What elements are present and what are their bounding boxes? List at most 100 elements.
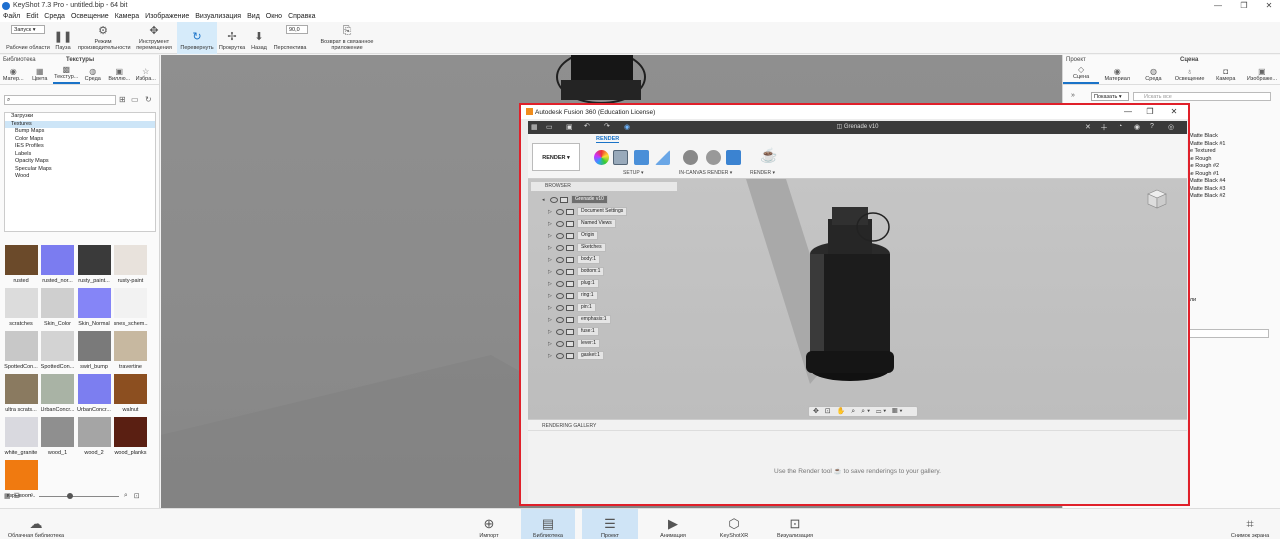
navigation-bar[interactable]: ✥ ⊡ ✋ ⌕ ⌕▾ ▭▾ ▦▾: [808, 406, 918, 417]
visibility-eye-icon[interactable]: [556, 220, 564, 227]
grid-view-icon[interactable]: ▦: [4, 492, 11, 500]
minimize-button[interactable]: —: [1205, 0, 1231, 11]
visibility-eye-icon[interactable]: [556, 304, 564, 311]
expand-triangle-icon[interactable]: ◂: [542, 197, 547, 203]
tab-lighting[interactable]: ♁ Освещение: [1172, 65, 1208, 84]
back-button[interactable]: ⬇ Назад: [248, 22, 270, 54]
menu-file[interactable]: Файл: [0, 13, 23, 20]
visibility-eye-icon[interactable]: [556, 208, 564, 215]
tab-image[interactable]: ▣ Изображе...: [1244, 65, 1280, 84]
texture-thumbnail[interactable]: wood_1: [41, 417, 75, 459]
tree-item-specular-maps[interactable]: Specular Maps: [5, 166, 155, 174]
zoom-out-icon[interactable]: ⌕: [30, 492, 34, 500]
tab-favorites[interactable]: ☆ Избра...: [133, 65, 160, 84]
notification-icon[interactable]: ◉: [1134, 123, 1140, 131]
expand-triangle-icon[interactable]: ▷: [548, 281, 553, 287]
render-button[interactable]: ⊡ Визуализация: [770, 509, 820, 539]
texture-thumbnail[interactable]: UrbanConcr...: [41, 374, 75, 416]
view-cube[interactable]: [1146, 188, 1168, 210]
browser-header[interactable]: BROWSER: [531, 182, 677, 191]
render-group-label[interactable]: RENDER ▾: [750, 170, 775, 176]
expand-triangle-icon[interactable]: ▷: [548, 305, 553, 311]
folder-add-icon[interactable]: ⊞: [119, 95, 126, 104]
texture-map-icon[interactable]: [634, 150, 649, 165]
texture-thumbnail[interactable]: walnut: [114, 374, 148, 416]
tab-material[interactable]: ◉ Материал: [1099, 65, 1135, 84]
menu-environment[interactable]: Среда: [41, 13, 68, 20]
browser-node[interactable]: ▷ lever:1: [548, 339, 601, 348]
browser-node[interactable]: ▷ Origin: [548, 231, 599, 240]
tree-item-ies-profiles[interactable]: IES Profiles: [5, 143, 155, 151]
tree-item-opacity-maps[interactable]: Opacity Maps: [5, 158, 155, 166]
scene-settings-icon[interactable]: [613, 150, 628, 165]
in-canvas-settings-icon[interactable]: [706, 150, 721, 165]
fusion-canvas[interactable]: BROWSER ◂ Grenade v10 ▷ Document Settings ▷ N…: [528, 179, 1187, 419]
keyshotxr-button[interactable]: ⬡ KeyShotXR: [713, 509, 755, 539]
menu-view[interactable]: Вид: [244, 13, 263, 20]
tree-item-color-maps[interactable]: Color Maps: [5, 136, 155, 144]
tab-colors[interactable]: ▦ Цвета: [27, 65, 54, 84]
expand-triangle-icon[interactable]: ▷: [548, 209, 553, 215]
visibility-eye-icon[interactable]: [556, 292, 564, 299]
expand-triangle-icon[interactable]: ▷: [548, 329, 553, 335]
ribbon-tab-render[interactable]: RENDER: [596, 136, 620, 143]
visibility-eye-icon[interactable]: [556, 268, 564, 275]
menu-camera[interactable]: Камера: [112, 13, 142, 20]
texture-thumbnail[interactable]: wood_planks: [114, 417, 148, 459]
menu-image[interactable]: Изображение: [142, 13, 192, 20]
browser-node[interactable]: ▷ Sketches: [548, 243, 606, 252]
browser-node[interactable]: ▷ bottom:1: [548, 267, 605, 276]
project-button[interactable]: ☰ Проект: [582, 509, 638, 539]
refresh-icon[interactable]: ↻: [145, 95, 152, 104]
texture-thumbnail[interactable]: white_granite: [4, 417, 38, 459]
flip-button[interactable]: ↻ Перевернуть: [177, 22, 217, 54]
tree-item-wood[interactable]: Wood: [5, 173, 155, 181]
teapot-icon[interactable]: ☕: [760, 147, 777, 164]
tab-materials[interactable]: ◉ Матер...: [0, 65, 27, 84]
visibility-eye-icon[interactable]: [556, 256, 564, 263]
list-view-icon[interactable]: ☰: [14, 492, 20, 500]
texture-thumbnail[interactable]: rusty_paint...: [77, 245, 111, 287]
expand-triangle-icon[interactable]: ▷: [548, 269, 553, 275]
fusion-close-button[interactable]: ✕: [1163, 105, 1185, 119]
texture-thumbnail[interactable]: wood_2: [77, 417, 111, 459]
tab-environment[interactable]: ◍ Среда: [1135, 65, 1171, 84]
animation-button[interactable]: ▶ Анимация: [652, 509, 694, 539]
browser-node[interactable]: ▷ Document Settings: [548, 207, 628, 216]
in-canvas-group-label[interactable]: IN-CANVAS RENDER ▾: [679, 170, 732, 176]
texture-thumbnail[interactable]: SpottedCon...: [4, 331, 38, 373]
texture-thumbnail[interactable]: Skin_Color: [41, 288, 75, 330]
help-icon[interactable]: ?: [1150, 123, 1154, 130]
fit-icon[interactable]: ⊡: [134, 492, 140, 500]
tree-item-bump-maps[interactable]: Bump Maps: [5, 128, 155, 136]
menu-render[interactable]: Визуализация: [192, 13, 244, 20]
tab-camera[interactable]: ◘ Камера: [1208, 65, 1244, 84]
expand-triangle-icon[interactable]: ▷: [548, 221, 553, 227]
browser-node[interactable]: ▷ plug:1: [548, 279, 599, 288]
tree-item-labels[interactable]: Labels: [5, 151, 155, 159]
visibility-eye-icon[interactable]: [556, 244, 564, 251]
menu-window[interactable]: Окно: [263, 13, 285, 20]
clock-icon[interactable]: ◔: [1118, 123, 1122, 130]
capture-image-icon[interactable]: [726, 150, 741, 165]
pause-button[interactable]: ❚❚ Пауза: [52, 22, 74, 54]
maximize-button[interactable]: ❐: [1231, 0, 1257, 11]
texture-thumbnail[interactable]: scratches: [4, 288, 38, 330]
tree-item-textures[interactable]: Textures: [5, 120, 155, 128]
setup-group-label[interactable]: SETUP ▾: [623, 170, 643, 176]
thumbnail-size-slider[interactable]: [38, 492, 119, 499]
fusion-maximize-button[interactable]: ❐: [1139, 105, 1161, 119]
expand-triangle-icon[interactable]: ▷: [548, 257, 553, 263]
menu-edit[interactable]: Edit: [23, 13, 41, 20]
texture-thumbnail[interactable]: Skin_Normal: [77, 288, 111, 330]
browser-node[interactable]: ▷ emphasis:1: [548, 315, 611, 324]
show-dropdown[interactable]: Показать ▾: [1091, 92, 1129, 101]
expand-triangle-icon[interactable]: ▷: [548, 293, 553, 299]
browser-root-node[interactable]: ◂ Grenade v10: [542, 195, 608, 204]
browser-node[interactable]: ▷ gasket:1: [548, 351, 604, 360]
performance-mode-button[interactable]: ⚙ Режим производительности: [74, 22, 132, 54]
texture-thumbnail[interactable]: travertine: [114, 331, 148, 373]
browser-node[interactable]: ▷ Named Views: [548, 219, 616, 228]
texture-thumbnail[interactable]: swirl_bump: [77, 331, 111, 373]
texture-thumbnail[interactable]: ultra scrats...: [4, 374, 38, 416]
